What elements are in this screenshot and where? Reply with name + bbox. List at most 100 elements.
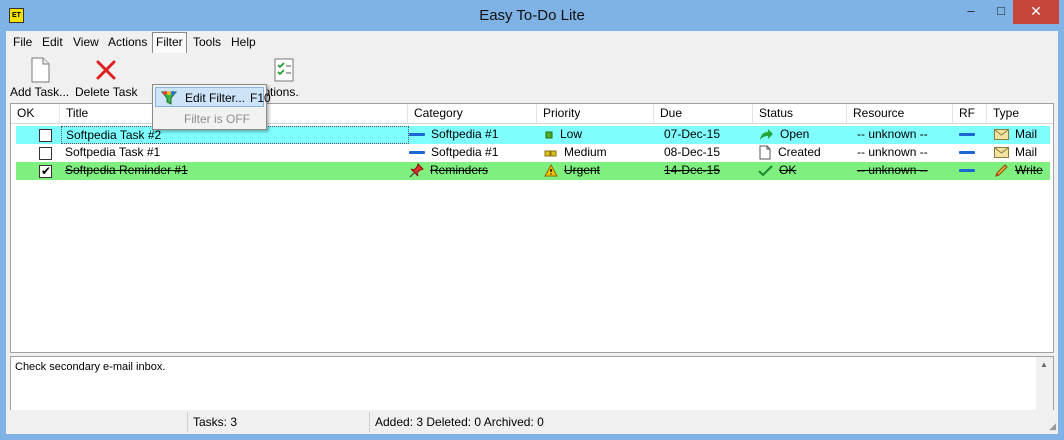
rf-marker-icon [959,133,975,137]
task-notes-text: Check secondary e-mail inbox. [15,361,166,373]
task-rf [959,162,993,180]
menu-filter[interactable]: Filter [152,32,187,53]
urgent-warning-icon [544,164,558,177]
resize-grip-icon[interactable]: ◢ [1049,421,1056,432]
status-bar: Tasks: 3 Added: 3 Deleted: 0 Archived: 0… [6,410,1058,434]
client-area: File Edit View Actions Filter Tools Help… [6,31,1058,434]
category-marker-icon [409,133,425,137]
task-priority: Urgent [544,162,659,180]
rf-marker-icon [959,169,975,173]
task-status-text: Created [778,145,821,159]
rf-marker-icon [959,151,975,155]
minimize-button[interactable]: ‒ [956,0,986,24]
menu-tools[interactable]: Tools [190,34,224,52]
task-rf [959,144,993,162]
check-ok-icon [758,165,773,177]
mail-envelope-icon [994,129,1009,141]
status-summary: Added: 3 Deleted: 0 Archived: 0 [369,412,1039,432]
options-button[interactable]: Options... [254,57,300,102]
task-category-text: Softpedia #1 [431,145,499,159]
task-priority-text: Low [560,127,583,141]
task-resource: -- unknown -- [857,145,928,159]
task-status: OK [758,162,852,180]
task-list[interactable]: OK Title Category Priority Due Status Re… [10,103,1054,353]
filter-funnel-icon [161,91,177,105]
task-rf [959,126,993,144]
completed-checkbox[interactable] [39,129,52,142]
task-category-text: Softpedia #1 [431,127,499,141]
document-created-icon [759,145,771,160]
mail-envelope-icon [994,147,1009,159]
filter-dropdown-menu: Edit Filter... F10 Filter is OFF [152,84,271,130]
table-row[interactable]: Softpedia Task #1 Softpedia #1 Medium 08… [16,144,1050,162]
maximize-button[interactable]: □ [986,0,1016,24]
low-priority-icon [545,131,553,139]
filter-status-menu-item: Filter is OFF [155,109,264,129]
delete-task-label: Delete Task [75,85,138,99]
table-row[interactable]: ✔ Softpedia Reminder #1 Reminders Urgent… [16,162,1050,180]
medium-priority-icon [544,150,557,157]
task-type-text: Write [1015,163,1043,177]
checklist-icon [274,58,294,82]
menu-view[interactable]: View [70,34,102,52]
task-category: Softpedia #1 [409,126,538,144]
column-header-due[interactable]: Due [654,104,753,123]
column-header-rf[interactable]: RF [953,104,987,123]
column-header-ok[interactable]: OK [11,104,60,123]
close-button[interactable]: ✕ [1013,0,1059,24]
edit-filter-shortcut: F10 [250,91,271,105]
task-type-text: Mail [1015,127,1038,141]
task-type-text: Mail [1015,145,1038,159]
task-type: Mail [994,144,1050,162]
column-header-resource[interactable]: Resource [847,104,953,123]
task-due: 07-Dec-15 [664,127,721,141]
task-priority-text: Medium [564,145,607,159]
edit-filter-menu-item[interactable]: Edit Filter... F10 [155,87,271,107]
column-header-category[interactable]: Category [408,104,537,123]
menu-help[interactable]: Help [228,34,259,52]
task-type: Mail [994,126,1050,144]
app-window: ET Easy To-Do Lite ‒ □ ✕ File Edit View … [0,0,1064,440]
task-status: Open [758,126,852,144]
completed-checkbox[interactable]: ✔ [39,164,52,178]
task-priority: Low [544,126,659,144]
task-title: Softpedia Reminder #1 [65,163,188,177]
category-marker-icon [409,151,425,155]
menu-file[interactable]: File [10,34,35,52]
column-header-type[interactable]: Type [987,104,1053,123]
pushpin-icon [409,163,424,178]
delete-icon [96,60,116,80]
task-due: 14-Dec-15 [664,163,721,177]
checkmark-icon: ✔ [41,164,52,178]
task-type: Write [994,162,1050,180]
task-category-text: Reminders [430,163,489,177]
edit-filter-label: Edit Filter... [185,91,246,105]
menu-bar: File Edit View Actions Filter Tools Help [6,31,1058,53]
task-status: Created [758,144,852,162]
column-header-status[interactable]: Status [753,104,847,123]
task-category: Reminders [409,162,538,180]
title-bar[interactable]: ET Easy To-Do Lite ‒ □ ✕ [0,0,1064,31]
new-document-icon [31,57,50,83]
task-category: Softpedia #1 [409,144,538,162]
task-status-text: Open [780,127,810,141]
completed-checkbox[interactable] [39,147,52,160]
delete-task-button[interactable]: Delete Task [75,57,137,99]
pencil-write-icon [995,164,1008,178]
task-priority-text: Urgent [564,163,601,177]
task-resource: -- unknown -- [857,163,928,177]
menu-actions[interactable]: Actions [105,34,150,52]
add-task-button[interactable]: Add Task... [10,57,69,99]
task-due: 08-Dec-15 [664,145,721,159]
task-title: Softpedia Task #1 [65,145,161,159]
column-header-priority[interactable]: Priority [537,104,654,123]
task-priority: Medium [544,144,659,162]
add-task-label: Add Task... [10,85,70,99]
filter-status-label: Filter is OFF [184,112,250,126]
open-arrow-icon [760,128,773,140]
status-task-count: Tasks: 3 [187,412,369,432]
scroll-up-icon[interactable]: ▲ [1040,360,1048,369]
task-status-text: OK [779,163,797,177]
menu-edit[interactable]: Edit [39,34,66,52]
window-title: Easy To-Do Lite [479,7,585,24]
